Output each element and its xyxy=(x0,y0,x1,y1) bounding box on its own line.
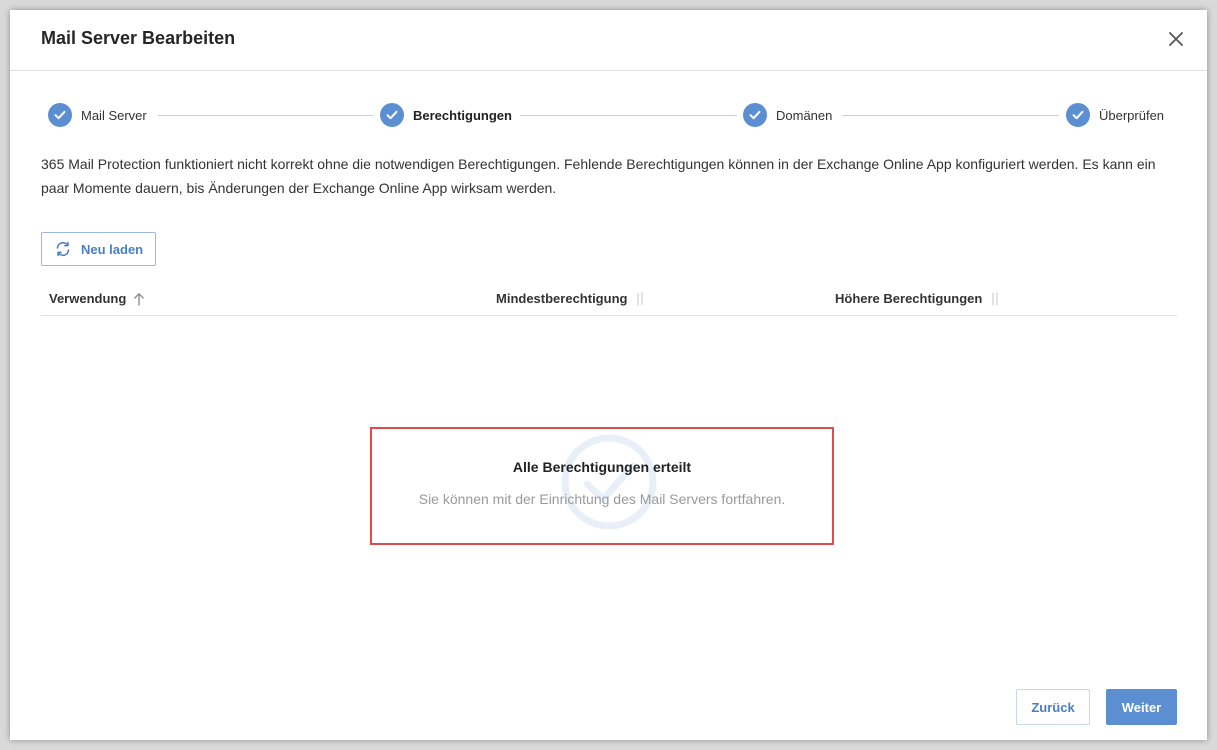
column-header-usage[interactable]: Verwendung xyxy=(49,291,145,306)
close-icon xyxy=(1169,32,1183,46)
check-icon xyxy=(743,103,767,127)
column-header-higher-permissions[interactable]: Höhere Berechtigungen xyxy=(835,291,1001,306)
check-circle-icon xyxy=(561,432,657,537)
check-icon xyxy=(380,103,404,127)
empty-state-title: Alle Berechtigungen erteilt xyxy=(512,459,692,475)
step-label: Überprüfen xyxy=(1099,107,1165,123)
refresh-icon xyxy=(55,241,71,257)
column-label: Mindestberechtigung xyxy=(496,291,628,306)
column-label: Höhere Berechtigungen xyxy=(835,291,983,306)
permissions-description: 365 Mail Protection funktioniert nicht k… xyxy=(41,156,1156,196)
permissions-table-header: Verwendung Mindestberechtigung Höhere Be… xyxy=(41,286,1177,316)
step-domains[interactable]: Domänen xyxy=(743,103,832,127)
back-button[interactable]: Zurück xyxy=(1016,689,1090,725)
check-icon xyxy=(48,103,72,127)
step-review[interactable]: Überprüfen xyxy=(1066,103,1164,127)
step-mail-server[interactable]: Mail Server xyxy=(48,103,147,127)
step-label: Domänen xyxy=(776,107,833,123)
step-label: Berechtigungen xyxy=(413,107,512,123)
reload-button[interactable]: Neu laden xyxy=(41,232,156,266)
edit-mail-server-dialog: Mail Server Bearbeiten Mail Server Berec… xyxy=(10,10,1207,740)
wizard-stepper: Mail Server Berechtigungen Domänen Überp… xyxy=(48,103,1170,127)
dialog-header: Mail Server Bearbeiten xyxy=(10,10,1207,71)
empty-state-subtitle: Sie können mit der Einrichtung des Mail … xyxy=(418,491,786,507)
sort-icon xyxy=(989,291,1001,306)
sort-icon xyxy=(634,291,646,306)
step-permissions[interactable]: Berechtigungen xyxy=(380,103,512,127)
step-label: Mail Server xyxy=(81,107,147,123)
next-button[interactable]: Weiter xyxy=(1106,689,1177,725)
column-label: Verwendung xyxy=(49,291,127,306)
check-icon xyxy=(1066,103,1090,127)
all-permissions-granted-state: Alle Berechtigungen erteilt Sie können m… xyxy=(370,427,834,545)
column-header-minimum-permission[interactable]: Mindestberechtigung xyxy=(496,291,646,306)
reload-button-label: Neu laden xyxy=(81,241,144,257)
step-connector xyxy=(158,115,374,116)
dialog-title: Mail Server Bearbeiten xyxy=(41,28,236,48)
close-button[interactable] xyxy=(1164,27,1188,51)
sort-ascending-icon xyxy=(133,292,145,306)
step-connector xyxy=(842,115,1059,116)
step-connector xyxy=(520,115,737,116)
